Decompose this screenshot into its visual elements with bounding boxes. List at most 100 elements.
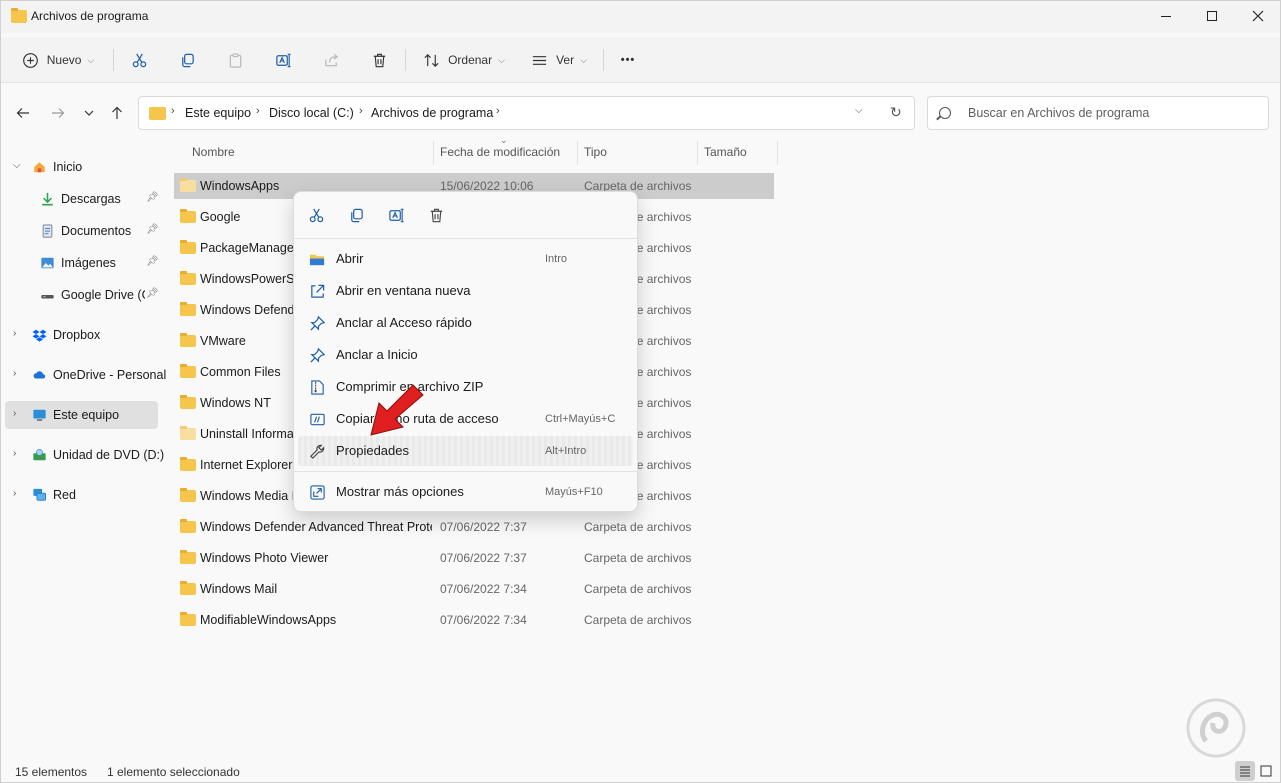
search-box[interactable]: Buscar en Archivos de programa: [927, 96, 1269, 130]
forward-button[interactable]: [46, 99, 70, 127]
folder-icon: [180, 395, 196, 409]
column-divider[interactable]: [433, 141, 434, 165]
sidebar-item-google-drive[interactable]: Google Drive (G 📌︎: [5, 281, 159, 309]
chevron-right-icon: ›: [496, 105, 500, 117]
sidebar-item-documents[interactable]: Documentos 📌︎: [5, 217, 159, 245]
status-bar: 15 elementos 1 elemento seleccionado: [1, 761, 1280, 783]
column-divider[interactable]: [577, 141, 578, 165]
file-name: ModifiableWindowsApps: [200, 613, 337, 627]
new-button[interactable]: Nuevo ⌵: [15, 43, 101, 77]
menu-item-shortcut: Mayús+F10: [545, 486, 603, 498]
back-button[interactable]: [11, 99, 35, 127]
delete-button[interactable]: [367, 43, 391, 77]
menu-item-open-new-window[interactable]: Abrir en ventana nueva: [298, 276, 633, 306]
cut-button[interactable]: [127, 43, 151, 77]
breadcrumb-program-files[interactable]: Archivos de programa: [371, 106, 493, 120]
menu-item-open[interactable]: Abrir Intro: [298, 244, 633, 274]
sidebar-item-dropbox[interactable]: › Dropbox: [5, 321, 158, 349]
context-rename-button[interactable]: [385, 204, 407, 226]
maximize-icon: [1207, 11, 1217, 21]
file-row[interactable]: Windows Defender Advanced Threat Protect…: [174, 514, 774, 540]
more-options-button[interactable]: •••: [615, 43, 641, 77]
chevron-down-icon: ⌵: [87, 54, 95, 65]
details-view-button[interactable]: [1235, 761, 1255, 781]
menu-item-show-more-options[interactable]: Mostrar más opciones Mayús+F10: [298, 477, 633, 507]
menu-item-copy-path[interactable]: Copiar como ruta de acceso Ctrl+Mayús+C: [298, 404, 633, 434]
column-header-date[interactable]: Fecha de modificación: [440, 145, 560, 167]
sidebar-item-network[interactable]: › Red: [5, 481, 158, 509]
cloud-icon: [33, 371, 46, 379]
tiles-view-button[interactable]: [1256, 761, 1276, 781]
close-button[interactable]: [1235, 1, 1281, 31]
picture-icon: [41, 257, 54, 269]
column-divider[interactable]: [697, 141, 698, 165]
copy-icon: [181, 53, 194, 67]
chevron-right-icon[interactable]: ›: [13, 328, 16, 339]
view-button[interactable]: Ver ⌵: [527, 43, 591, 77]
chevron-down-icon[interactable]: ⌵: [13, 160, 21, 171]
folder-icon: [180, 271, 196, 285]
address-bar[interactable]: › Este equipo › Disco local (C:) › Archi…: [138, 96, 915, 130]
pin-start-icon: [308, 346, 326, 364]
recent-locations-button[interactable]: [77, 99, 101, 127]
up-button[interactable]: [105, 99, 129, 127]
drive-icon: [41, 295, 54, 299]
context-copy-button[interactable]: [345, 204, 367, 226]
column-header-type[interactable]: Tipo: [584, 145, 607, 167]
file-row[interactable]: Windows Mail 07/06/2022 7:34 Carpeta de ar…: [174, 576, 774, 602]
chevron-right-icon: ›: [359, 105, 363, 117]
folder-icon: [180, 333, 196, 347]
refresh-icon[interactable]: ↻: [890, 104, 902, 121]
sidebar-item-this-pc[interactable]: › Este equipo: [5, 401, 158, 429]
menu-item-label: Anclar al Acceso rápido: [336, 315, 472, 330]
chevron-right-icon[interactable]: ›: [13, 488, 16, 499]
column-divider[interactable]: [777, 141, 778, 165]
paste-button[interactable]: [223, 43, 247, 77]
folder-icon: [180, 426, 196, 440]
menu-item-properties[interactable]: Propiedades Alt+Intro: [298, 436, 633, 466]
copy-button[interactable]: [175, 43, 199, 77]
maximize-button[interactable]: [1189, 1, 1235, 31]
copy-path-icon: [308, 410, 326, 428]
status-selection: 1 elemento seleccionado: [107, 765, 240, 779]
sidebar-item-home[interactable]: ⌵ Inicio: [5, 153, 158, 181]
share-button[interactable]: [319, 43, 343, 77]
breadcrumb-local-disk[interactable]: Disco local (C:): [269, 106, 354, 120]
window-title: Archivos de programa: [31, 9, 149, 23]
rename-icon: [275, 53, 291, 67]
menu-item-shortcut: Alt+Intro: [545, 445, 587, 457]
file-row[interactable]: Windows Photo Viewer 07/06/2022 7:37 Carpe…: [174, 545, 774, 571]
column-header-size[interactable]: Tamaño: [704, 145, 747, 167]
chevron-right-icon[interactable]: ›: [13, 368, 16, 379]
chevron-down-icon: ⌵: [498, 54, 505, 65]
dropbox-icon: [32, 329, 47, 342]
minimize-button[interactable]: [1143, 1, 1189, 31]
sidebar-item-dvd[interactable]: › Unidad de DVD (D:): [5, 441, 164, 469]
menu-item-compress-zip[interactable]: Comprimir en archivo ZIP: [298, 372, 633, 402]
toolbar-divider: [405, 49, 406, 71]
context-cut-button[interactable]: [305, 204, 327, 226]
pin-icon: [308, 314, 326, 332]
sort-button[interactable]: Ordenar ⌵: [419, 43, 509, 77]
scissors-icon: [309, 208, 323, 222]
file-date: 07/06/2022 7:37: [440, 520, 527, 534]
red-arrow-icon: [370, 384, 424, 436]
breadcrumb-this-pc[interactable]: Este equipo: [185, 106, 251, 120]
chevron-right-icon[interactable]: ›: [13, 408, 16, 419]
chevron-right-icon[interactable]: ›: [13, 448, 16, 459]
menu-item-pin-start[interactable]: Anclar a Inicio: [298, 340, 633, 370]
sidebar-item-downloads[interactable]: Descargas 📌︎: [5, 185, 159, 213]
address-dropdown-icon[interactable]: ⌵: [855, 105, 863, 116]
toolbar-divider: [603, 49, 604, 71]
sidebar-item-onedrive[interactable]: › OneDrive - Personal: [5, 361, 166, 389]
file-row[interactable]: ModifiableWindowsApps 07/06/2022 7:34 Carp…: [174, 607, 774, 633]
sidebar-item-pictures[interactable]: Imágenes 📌︎: [5, 249, 159, 277]
column-header-name[interactable]: Nombre: [192, 145, 235, 167]
context-delete-button[interactable]: [425, 204, 447, 226]
view-lines-icon: [532, 55, 547, 65]
rename-button[interactable]: [271, 43, 295, 77]
plus-circle-icon: [22, 52, 38, 68]
menu-item-shortcut: Intro: [545, 253, 568, 265]
menu-item-pin-quick-access[interactable]: Anclar al Acceso rápido: [298, 308, 633, 338]
details-view-icon: [1240, 766, 1250, 777]
